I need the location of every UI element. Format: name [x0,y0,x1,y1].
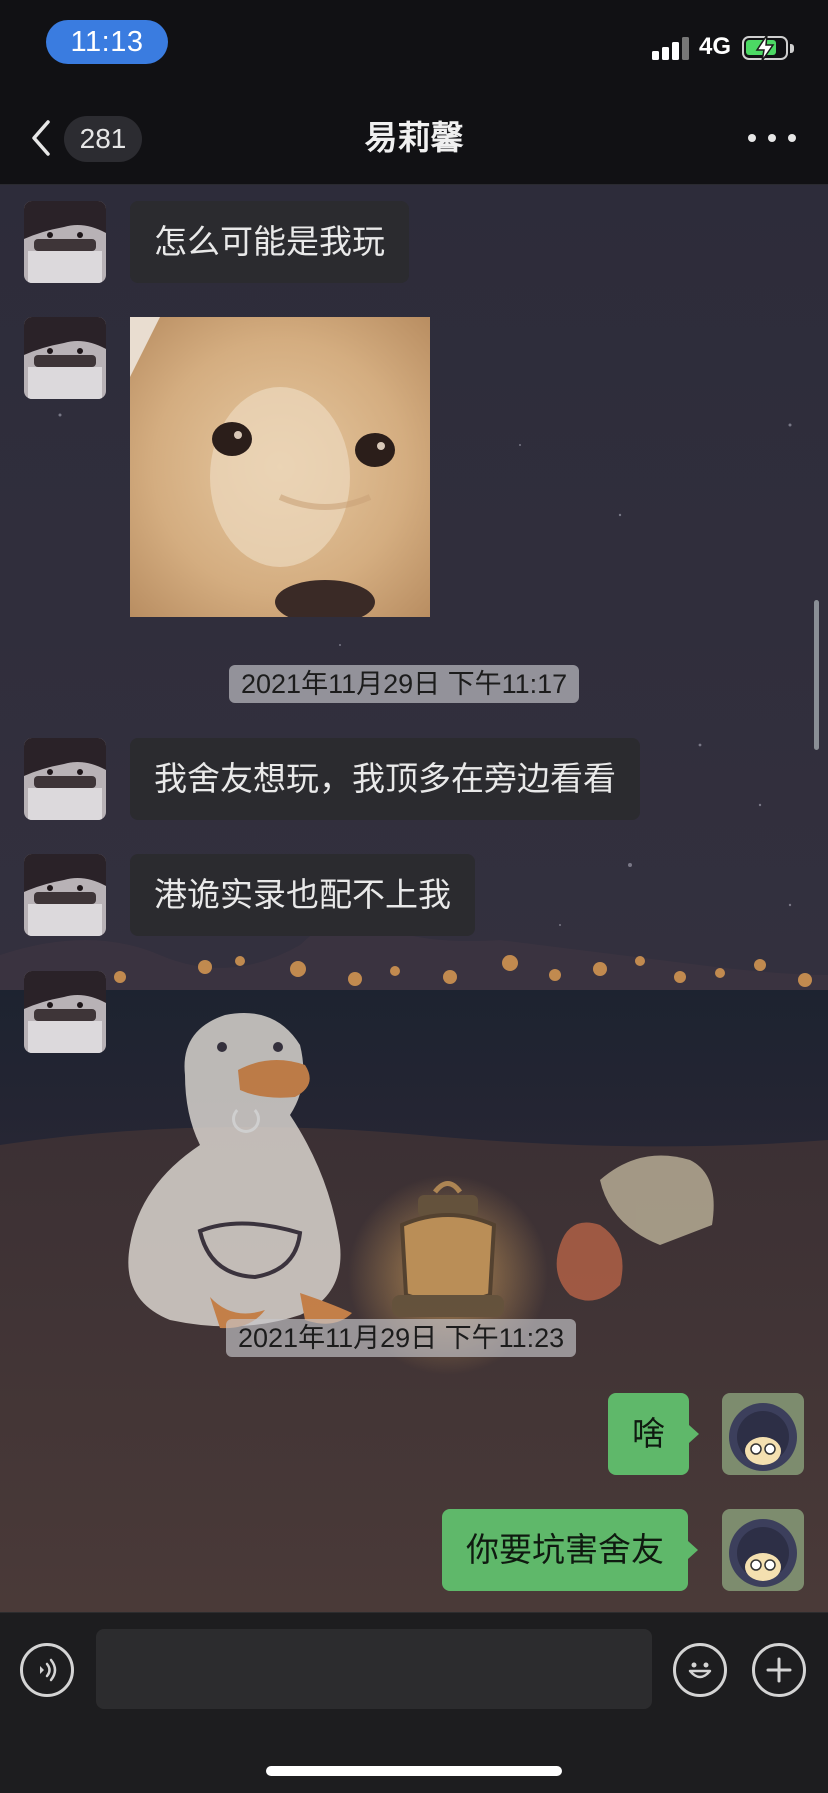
incoming-message[interactable]: 怎么可能是我玩 [130,201,409,283]
emoji-icon [688,1662,712,1679]
message-timestamp: 2021年11月29日 下午11:23 [226,1319,577,1357]
my-avatar[interactable] [722,1509,804,1591]
outgoing-message[interactable]: 你要坑害舍友 [442,1509,698,1591]
message-input[interactable] [96,1629,652,1709]
message-timestamp: 2021年11月29日 下午11:17 [229,665,580,703]
loading-spinner-icon [232,1105,260,1133]
scroll-indicator[interactable] [814,600,819,750]
chat-header: 281 易莉馨 [0,92,828,185]
home-indicator[interactable] [266,1766,562,1776]
contact-avatar[interactable] [24,971,106,1053]
plus-icon [766,1657,792,1683]
outgoing-message[interactable]: 啥 [608,1393,699,1475]
contact-avatar[interactable] [24,317,106,399]
voice-input-button[interactable] [20,1643,74,1697]
incoming-message[interactable]: 港诡实录也配不上我 [130,854,475,936]
more-dots-icon [748,134,756,142]
dog-photo [130,317,430,617]
more-functions-button[interactable] [752,1643,806,1697]
chat-area[interactable]: 怎么可能是我玩 2021年11月29日 下午11:17 我舍友想玩，我顶多在旁边… [0,185,828,1612]
signal-icon [652,36,690,60]
contact-avatar[interactable] [24,854,106,936]
chat-title: 易莉馨 [364,119,464,156]
chevron-left-icon [32,120,50,156]
status-time: 11:13 [46,20,168,64]
incoming-message[interactable]: 我舍友想玩，我顶多在旁边看看 [130,738,640,820]
voice-icon [40,1658,57,1682]
contact-avatar[interactable] [24,201,106,283]
image-message[interactable] [130,317,430,617]
unread-count-badge[interactable]: 281 [64,116,142,162]
my-avatar[interactable] [722,1393,804,1475]
contact-avatar[interactable] [24,738,106,820]
charging-bolt-icon [755,34,775,62]
back-button[interactable] [22,114,62,162]
more-button[interactable] [748,118,796,158]
battery-tip [790,44,794,53]
emoji-button[interactable] [673,1643,727,1697]
network-type: 4G [699,33,732,60]
status-bar: 11:13 4G [0,0,828,92]
